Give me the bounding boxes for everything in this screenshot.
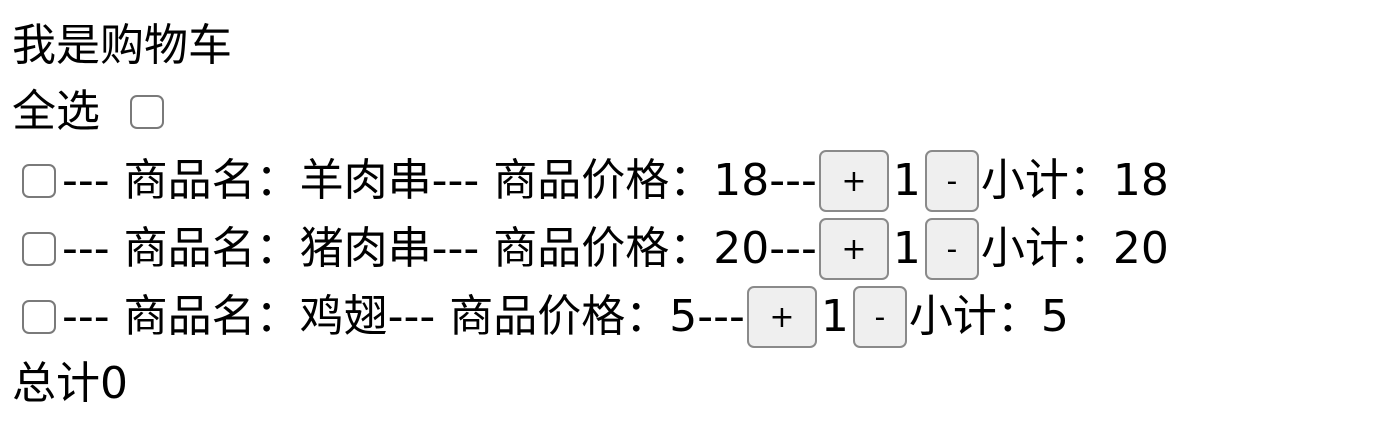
cart-item-row: --- 商品名： 鸡翅 --- 商品价格： 5 --- + 1 - 小计： 5 [22, 286, 1069, 348]
page-title-text: 我是购物车 [12, 20, 232, 71]
item-checkbox[interactable] [22, 232, 56, 266]
item-subtotal: 18 [1112, 155, 1169, 206]
item-price-prefix: --- 商品价格： [387, 291, 670, 342]
item-price: 5 [669, 291, 698, 342]
item-separator: --- [769, 155, 817, 206]
cart-total: 总计 0 [12, 356, 128, 412]
item-separator: --- [697, 291, 745, 342]
item-name-prefix: --- 商品名： [62, 155, 300, 206]
page-title: 我是购物车 [12, 18, 232, 74]
item-subtotal-label: 小计： [980, 223, 1113, 274]
select-all-label: 全选 [12, 86, 100, 137]
item-subtotal-label: 小计： [980, 155, 1113, 206]
item-price-prefix: --- 商品价格： [431, 223, 714, 274]
cart-item-row: --- 商品名： 羊肉串 --- 商品价格： 18 --- + 1 - 小计： … [22, 150, 1169, 212]
item-name-prefix: --- 商品名： [62, 223, 300, 274]
item-quantity: 1 [892, 223, 921, 274]
item-quantity: 1 [820, 291, 849, 342]
decrease-quantity-button[interactable]: - [924, 218, 979, 280]
item-name: 猪肉串 [299, 223, 432, 274]
item-subtotal: 5 [1040, 291, 1069, 342]
total-label: 总计 [12, 358, 100, 409]
increase-quantity-button[interactable]: + [818, 150, 889, 212]
item-price-prefix: --- 商品价格： [431, 155, 714, 206]
item-checkbox[interactable] [22, 164, 56, 198]
select-all-row: 全选 [12, 84, 164, 140]
select-all-checkbox[interactable] [130, 95, 164, 129]
increase-quantity-button[interactable]: + [746, 286, 817, 348]
cart-page: 我是购物车 全选 --- 商品名： 羊肉串 --- 商品价格： 18 --- +… [0, 0, 1398, 438]
decrease-quantity-button[interactable]: - [852, 286, 907, 348]
item-name: 羊肉串 [299, 155, 432, 206]
item-name-prefix: --- 商品名： [62, 291, 300, 342]
cart-item-row: --- 商品名： 猪肉串 --- 商品价格： 20 --- + 1 - 小计： … [22, 218, 1169, 280]
item-checkbox[interactable] [22, 300, 56, 334]
total-value: 0 [100, 358, 128, 409]
item-subtotal: 20 [1112, 223, 1169, 274]
item-price: 18 [713, 155, 770, 206]
item-name: 鸡翅 [299, 291, 388, 342]
increase-quantity-button[interactable]: + [818, 218, 889, 280]
item-subtotal-label: 小计： [908, 291, 1041, 342]
item-quantity: 1 [892, 155, 921, 206]
decrease-quantity-button[interactable]: - [924, 150, 979, 212]
item-separator: --- [769, 223, 817, 274]
item-price: 20 [713, 223, 770, 274]
